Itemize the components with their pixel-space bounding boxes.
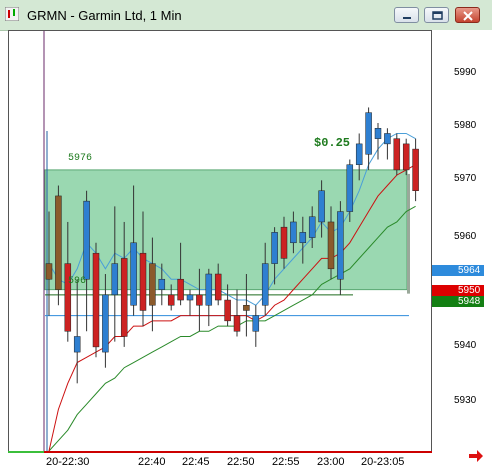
time-label: 22:55 [272, 456, 300, 468]
candle-body [55, 195, 62, 290]
time-label: 22:40 [138, 456, 166, 468]
close-icon [463, 11, 473, 21]
candle-body [384, 133, 391, 145]
zone-bottom-label: 596 [68, 276, 86, 287]
axis-corner [0, 453, 8, 476]
candle-body [130, 242, 137, 306]
candle-body [139, 252, 147, 311]
price-label: 5990 [454, 67, 477, 78]
candle-body [64, 263, 72, 332]
candle-body [318, 190, 325, 223]
candlestick-chart[interactable]: 5976 596 $0.25 [9, 31, 431, 452]
price-label: 5970 [454, 173, 477, 184]
candle-body [290, 221, 297, 244]
candle-body [243, 304, 250, 311]
candle-body [327, 221, 335, 270]
candle-body [45, 263, 53, 280]
target-price-badge: 5948 [432, 296, 484, 307]
target-price-value: 5948 [458, 296, 481, 307]
time-label: 20-23:05 [361, 456, 405, 468]
candle-body [196, 294, 203, 306]
price-label: 5960 [454, 231, 477, 242]
price-label: 5980 [454, 120, 477, 131]
candle-body [233, 315, 241, 332]
candle-body [92, 252, 100, 348]
candle-body [83, 200, 90, 280]
last-price-badge: 5964 [432, 265, 484, 276]
price-label: 5940 [454, 340, 477, 351]
candle-body [158, 278, 166, 290]
candle-body [346, 164, 354, 212]
stop-price-value: 5950 [458, 285, 481, 296]
candle-body [214, 273, 222, 301]
profit-loss-label: $0.25 [314, 136, 350, 150]
zone-shadow [407, 173, 410, 294]
time-label: 23:00 [317, 456, 345, 468]
zone-top-label: 5976 [68, 153, 92, 164]
candle-body [402, 143, 410, 171]
chart-app-icon [5, 7, 19, 21]
price-label: 5930 [454, 395, 477, 406]
time-label: 22:45 [182, 456, 210, 468]
candle-body [271, 232, 278, 264]
candle-body [393, 138, 401, 171]
right-arrow-icon[interactable] [468, 448, 484, 464]
time-axis[interactable]: 20-22:30 22:40 22:45 22:50 22:55 23:00 2… [8, 453, 432, 476]
candle-body [102, 294, 109, 353]
time-label: 22:50 [227, 456, 255, 468]
minimize-button[interactable] [394, 7, 419, 23]
candle-body [149, 263, 156, 306]
candle-body [120, 258, 128, 337]
chart-plot-area[interactable]: 5976 596 $0.25 [8, 30, 432, 453]
candle-body [167, 294, 175, 306]
window-title: GRMN - Garmin Ltd, 1 Min [27, 8, 182, 23]
candle-body [412, 148, 419, 191]
candle-body [280, 226, 288, 259]
close-button[interactable] [455, 7, 480, 23]
candle-body [177, 278, 184, 301]
window-titlebar[interactable]: GRMN - Garmin Ltd, 1 Min [0, 0, 492, 31]
candle-body [252, 315, 260, 332]
stop-price-badge: 5950 [432, 285, 484, 296]
candle-body [111, 263, 119, 296]
restore-button[interactable] [424, 7, 449, 23]
candle-body [299, 232, 307, 244]
price-axis[interactable]: 5990 5980 5970 5960 5940 5930 5964 5950 … [432, 30, 492, 453]
candle-body [308, 216, 316, 238]
candle-body [73, 336, 81, 353]
candle-body [224, 299, 231, 322]
time-label: 20-22:30 [46, 456, 90, 468]
restore-icon [432, 11, 443, 20]
candle-body [355, 143, 363, 165]
last-price-value: 5964 [458, 265, 481, 276]
candle-body [374, 128, 382, 139]
minimize-icon [403, 17, 411, 19]
candle-body [337, 211, 344, 280]
candle-body [186, 294, 194, 301]
candle-body [365, 112, 372, 155]
candle-body [261, 263, 269, 306]
candle-body [205, 273, 213, 306]
